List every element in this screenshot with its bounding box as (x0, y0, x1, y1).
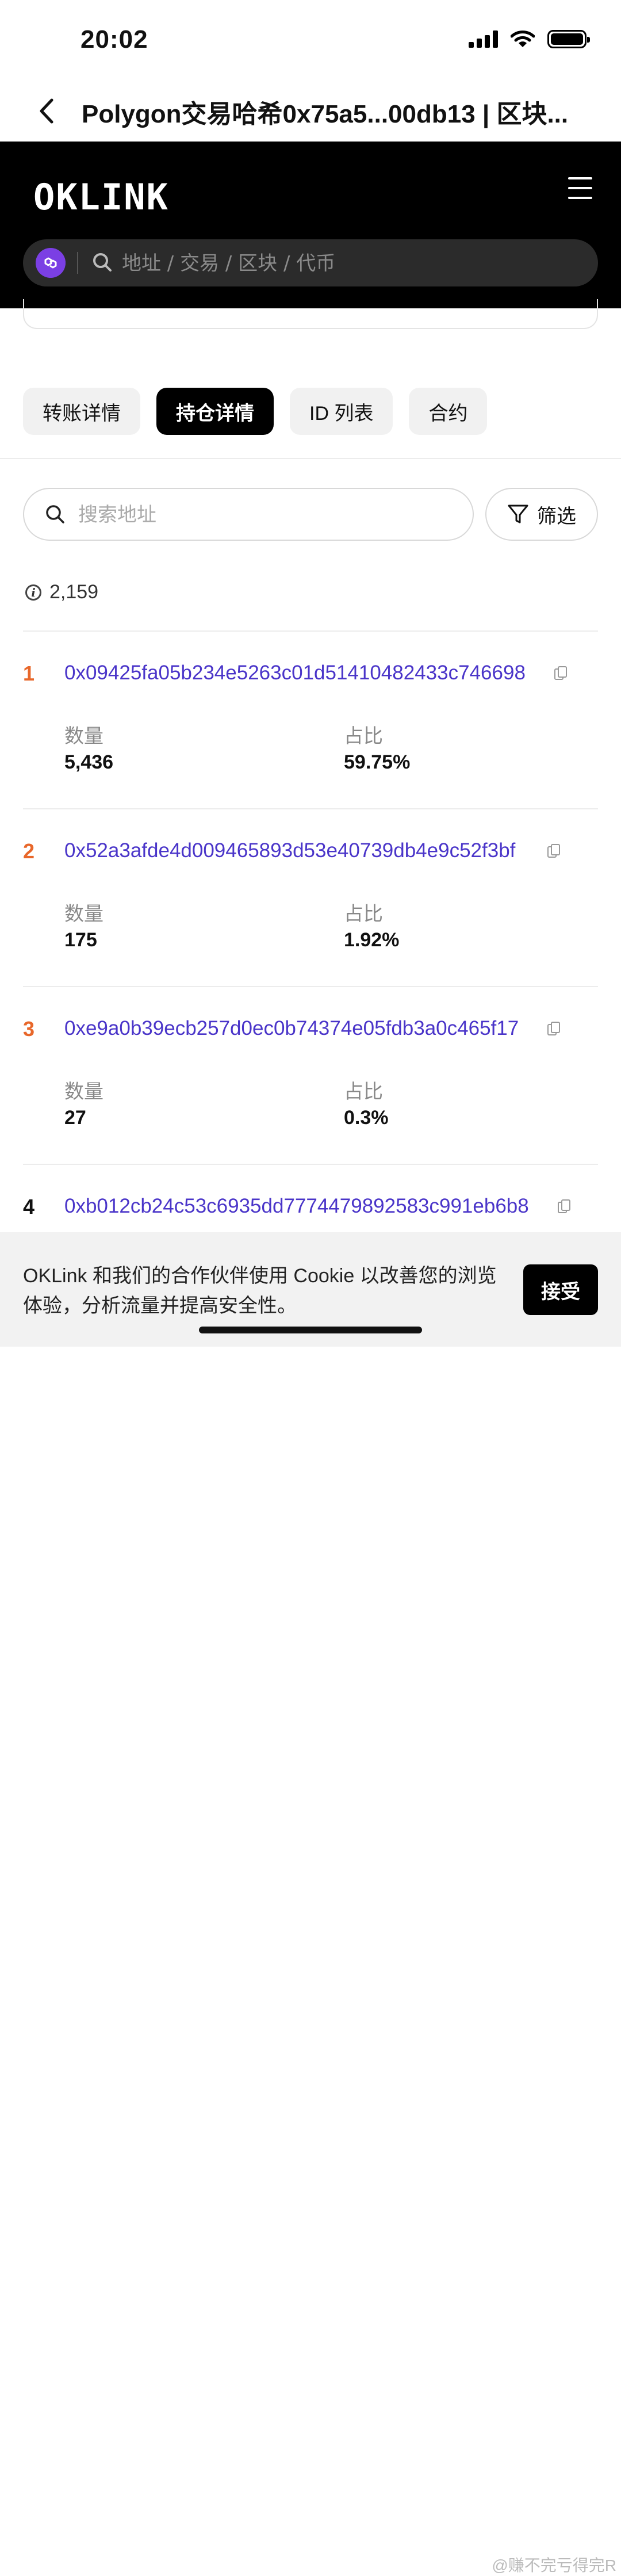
holder-address-link[interactable]: 0xb012cb24c53c6935dd7774479892583c991eb6… (64, 1195, 529, 1218)
holder-rank: 2 (23, 839, 35, 863)
copy-icon[interactable] (547, 1022, 560, 1037)
row-divider (23, 1164, 598, 1165)
copy-icon[interactable] (547, 844, 560, 859)
address-search-box[interactable] (23, 488, 474, 541)
holder-address-link[interactable]: 0x09425fa05b234e5263c01d51410482433c7466… (64, 662, 526, 685)
holder-count-value: 2,159 (49, 581, 99, 603)
wifi-icon (511, 30, 535, 47)
status-time: 20:02 (80, 25, 148, 53)
ratio-label: 占比 (344, 903, 383, 925)
row-divider (23, 630, 598, 632)
filter-label: 筛选 (537, 505, 576, 528)
quantity-label: 数量 (64, 725, 103, 747)
holder-rank: 4 (23, 1195, 35, 1218)
tab-holding-details[interactable]: 持仓详情 (156, 388, 274, 435)
holder-address-link[interactable]: 0xe9a0b39ecb257d0ec0b74374e05fdb3a0c465f… (64, 1017, 519, 1040)
home-indicator[interactable] (199, 1327, 422, 1333)
ratio-label: 占比 (344, 725, 383, 747)
address-search-input[interactable] (77, 489, 453, 541)
holder-address-link[interactable]: 0x52a3afde4d009465893d53e40739db4e9c52f3… (64, 839, 515, 862)
ratio-value: 0.3% (344, 1107, 389, 1129)
row-divider (23, 986, 598, 987)
card-remnant (23, 299, 598, 329)
copy-icon[interactable] (558, 1199, 570, 1214)
filter-button[interactable]: 筛选 (485, 488, 598, 541)
quantity-value: 5,436 (64, 751, 114, 773)
copy-icon[interactable] (554, 666, 567, 681)
polygon-chain-icon[interactable] (36, 248, 66, 278)
oklink-logo[interactable]: OKLINK (33, 176, 169, 218)
ratio-label: 占比 (344, 1081, 383, 1103)
accept-cookie-button[interactable]: 接受 (523, 1264, 598, 1315)
holder-count: i 2,159 (25, 581, 98, 603)
quantity-value: 175 (64, 929, 97, 951)
hamburger-menu-icon[interactable] (568, 177, 592, 199)
cookie-text: OKLink 和我们的合作伙伴使用 Cookie 以改善您的浏览体验，分析流量并… (23, 1265, 497, 1317)
tab-id-list[interactable]: ID 列表 (290, 388, 393, 435)
detail-tabs: 转账详情 持仓详情 ID 列表 合约 (23, 388, 488, 435)
browser-title-bar: Polygon交易哈希0x75a5...00db13 | 区块... (0, 81, 621, 142)
search-icon (93, 253, 112, 272)
ratio-value: 59.75% (344, 751, 411, 773)
holder-rank: 1 (23, 662, 35, 685)
quantity-label: 数量 (64, 903, 103, 925)
quantity-label: 数量 (64, 1081, 103, 1103)
holder-rank: 3 (23, 1017, 35, 1041)
ratio-value: 1.92% (344, 929, 400, 951)
search-divider (77, 252, 78, 274)
section-divider (0, 458, 621, 459)
watermark: @赚不完亏得完R (492, 2556, 616, 2574)
tab-contract[interactable]: 合约 (409, 388, 488, 435)
battery-icon (547, 30, 590, 48)
global-search-input[interactable] (121, 239, 583, 288)
back-arrow-icon[interactable] (36, 97, 59, 125)
filter-icon (508, 505, 528, 523)
page-title: Polygon交易哈希0x75a5...00db13 | 区块... (82, 100, 569, 128)
tab-transfer-details[interactable]: 转账详情 (23, 388, 140, 435)
search-icon (46, 505, 64, 523)
global-search-bar[interactable] (23, 239, 598, 288)
row-divider (23, 808, 598, 809)
status-icons (469, 30, 590, 48)
signal-icon (469, 30, 498, 48)
site-header: OKLINK (0, 142, 621, 308)
info-icon[interactable]: i (25, 584, 41, 601)
status-bar: 20:02 (0, 0, 621, 81)
quantity-value: 27 (64, 1107, 86, 1129)
